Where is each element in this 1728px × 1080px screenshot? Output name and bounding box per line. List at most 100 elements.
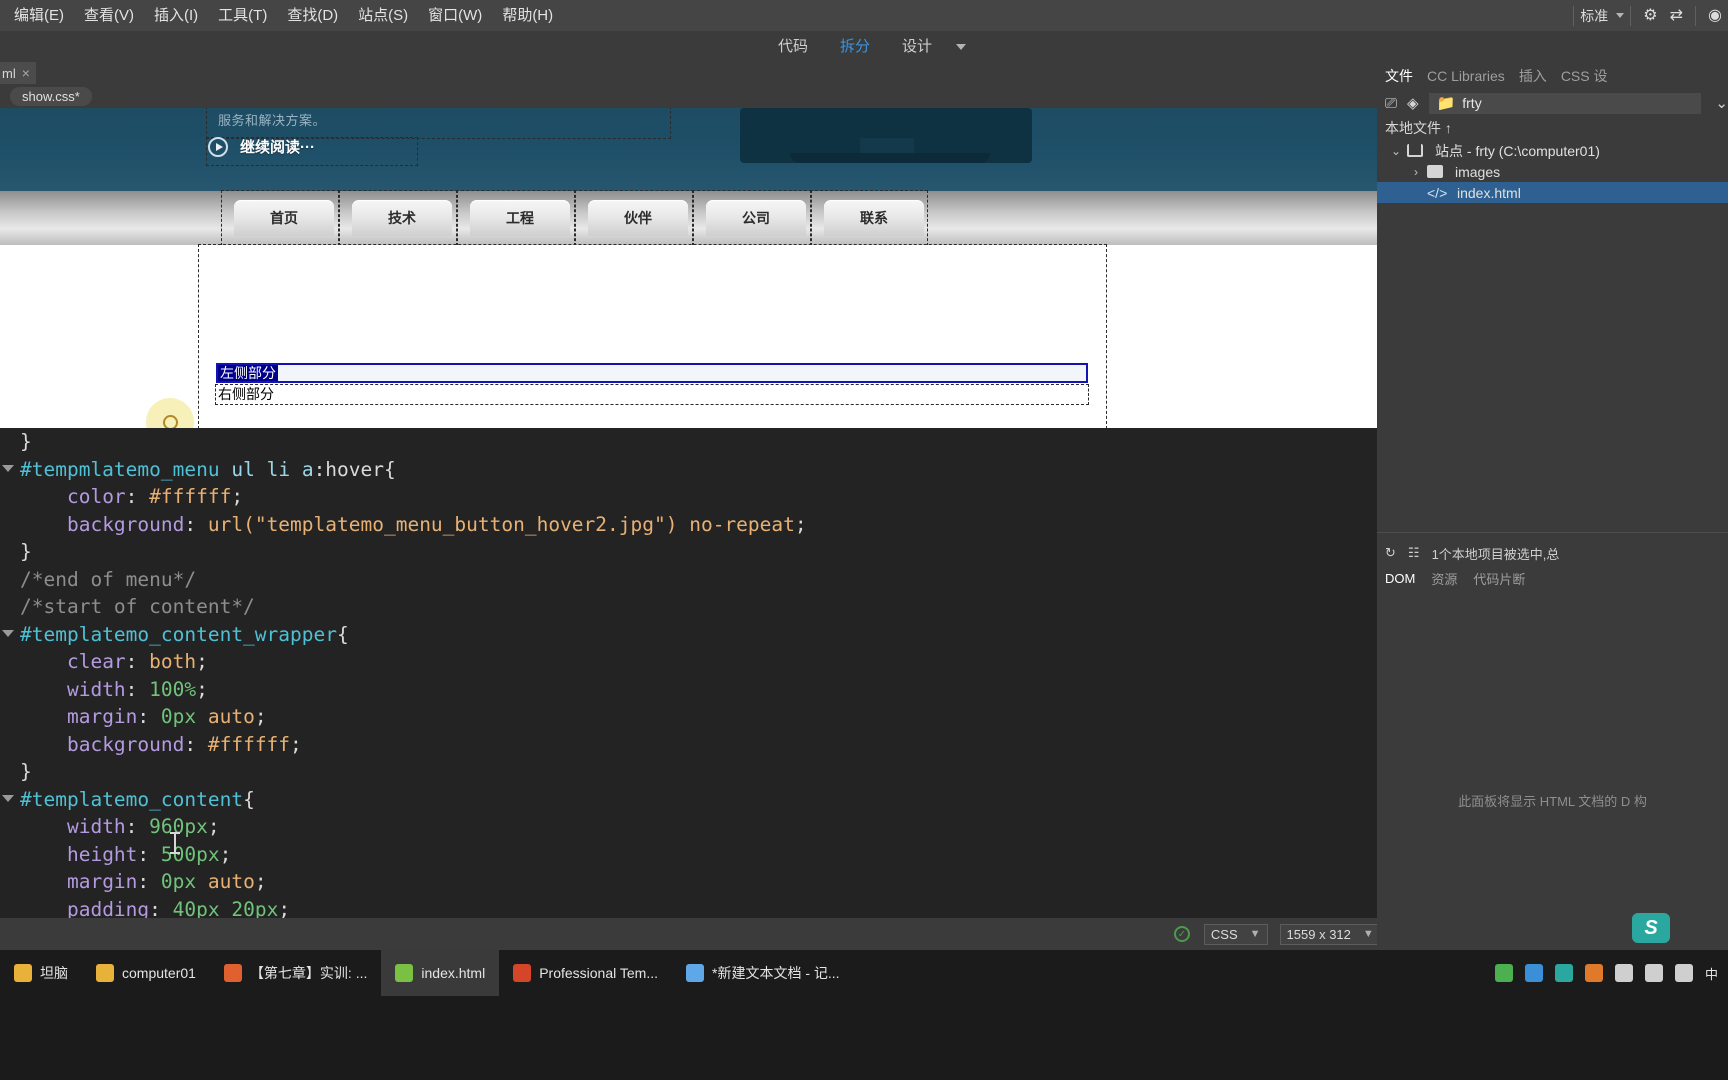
refresh-icon[interactable]: ↻ xyxy=(1385,545,1396,561)
taskbar-item[interactable]: 坦脑 xyxy=(0,950,82,996)
code-line[interactable]: margin: 0px auto; xyxy=(0,868,1505,896)
close-icon[interactable]: × xyxy=(22,65,30,81)
menu-item-find[interactable]: 查找(D) xyxy=(277,0,348,31)
tab-css-designer[interactable]: CSS 设 xyxy=(1561,66,1608,86)
nav-item-company[interactable]: 公司 xyxy=(706,200,806,236)
app-blue-icon[interactable] xyxy=(1524,964,1543,982)
code-editor[interactable]: } #tempmlatemo_menu ul li a:hover{ color:… xyxy=(0,428,1505,918)
code-line[interactable]: color: #ffffff; xyxy=(0,483,1505,511)
tab-code[interactable]: 代码 xyxy=(762,31,824,62)
code-line[interactable]: #templatemo_content{ xyxy=(0,786,1505,814)
taskbar-item[interactable]: 【第七章】实训: ... xyxy=(210,950,381,996)
chevron-down-icon[interactable] xyxy=(1616,13,1625,18)
design-view[interactable]: 服务和解决方案。 继续阅读··· 首页 技术 工程 伙伴 公司 联系 左侧部分 … xyxy=(0,108,1505,428)
tab-files[interactable]: 文件 xyxy=(1385,66,1413,86)
sogou-logo-icon[interactable]: S xyxy=(1632,913,1670,943)
tab-assets[interactable]: 资源 xyxy=(1431,569,1457,588)
app-orange-icon[interactable] xyxy=(1584,964,1603,982)
code-line[interactable]: /*start of content*/ xyxy=(0,593,1505,621)
sort-ascending-icon[interactable]: ↑ xyxy=(1445,120,1452,136)
battery-icon[interactable] xyxy=(1614,964,1633,982)
menu-item-edit[interactable]: 编辑(E) xyxy=(4,0,74,31)
taskbar-item-icon xyxy=(686,964,704,982)
tab-split[interactable]: 拆分 xyxy=(824,31,886,62)
code-fold-triangle-icon[interactable] xyxy=(2,794,14,802)
taskbar-item[interactable]: *新建文本文档 - 记... xyxy=(672,950,854,996)
twisty-collapsed-icon[interactable]: › xyxy=(1405,165,1427,179)
document-tab-index-html[interactable]: ml × xyxy=(0,62,36,84)
text-cursor-icon xyxy=(170,832,180,854)
menu-item-view[interactable]: 查看(V) xyxy=(74,0,144,31)
tab-dom[interactable]: DOM xyxy=(1385,571,1415,586)
code-token: #ffffff xyxy=(149,485,232,508)
taskbar-item[interactable]: computer01 xyxy=(82,950,210,996)
nav-item-projects[interactable]: 工程 xyxy=(470,200,570,236)
ime-indicator[interactable]: 中 xyxy=(1705,964,1718,983)
code-lines[interactable]: } #tempmlatemo_menu ul li a:hover{ color:… xyxy=(0,428,1505,918)
tree-item[interactable]: › images xyxy=(1377,161,1728,182)
related-file-show-css[interactable]: show.css* xyxy=(10,86,92,106)
code-line[interactable]: #templatemo_content_wrapper{ xyxy=(0,621,1505,649)
doctype-select[interactable]: CSS ▼ xyxy=(1203,923,1268,945)
account-avatar[interactable]: ◉ xyxy=(1702,0,1728,31)
workspace-switcher-label[interactable]: 标准 xyxy=(1580,6,1608,26)
right-panel-tabs: 文件 CC Libraries 插入 CSS 设 xyxy=(1377,62,1728,90)
window-size-select[interactable]: 1559 x 312 ▼ xyxy=(1279,923,1381,945)
tab-insert[interactable]: 插入 xyxy=(1519,66,1547,86)
read-more-link[interactable]: 继续阅读··· xyxy=(208,136,315,157)
nav-item-home[interactable]: 首页 xyxy=(234,200,334,236)
right-section-row[interactable]: 右侧部分 xyxy=(215,384,1089,405)
code-line[interactable]: } xyxy=(0,538,1505,566)
tab-snippets[interactable]: 代码片断 xyxy=(1473,569,1525,588)
gear-icon[interactable]: ⚙ xyxy=(1637,0,1663,31)
chevron-down-icon[interactable]: ⌄ xyxy=(1715,94,1728,112)
menu-item-help[interactable]: 帮助(H) xyxy=(492,0,563,31)
taskbar-item[interactable]: Professional Tem... xyxy=(499,950,672,996)
code-line[interactable]: height: 500px; xyxy=(0,841,1505,869)
git-icon[interactable]: ◈ xyxy=(1407,94,1419,112)
code-line[interactable]: background: #ffffff; xyxy=(0,731,1505,759)
log-icon[interactable]: ☷ xyxy=(1408,545,1420,561)
code-line[interactable]: width: 100%; xyxy=(0,676,1505,704)
windows-taskbar: 坦脑 computer01 【第七章】实训: ... index.html Profes… xyxy=(0,950,1728,1080)
code-line[interactable]: background: url("templatemo_menu_button_… xyxy=(0,511,1505,539)
nav-item-partners[interactable]: 伙伴 xyxy=(588,200,688,236)
tab-design[interactable]: 设计 xyxy=(886,31,948,62)
code-token: } xyxy=(20,760,32,783)
local-files-tree[interactable]: ⌄ 站点 - frty (C:\computer01) › images </> inde… xyxy=(1377,140,1728,203)
app-green-icon[interactable] xyxy=(1494,964,1513,982)
tree-item[interactable]: </> index.html xyxy=(1377,182,1728,203)
code-line[interactable]: /*end of menu*/ xyxy=(0,566,1505,594)
check-circle-icon[interactable]: ✓ xyxy=(1173,926,1190,942)
network-icon[interactable] xyxy=(1644,964,1663,982)
volume-icon[interactable] xyxy=(1674,964,1693,982)
taskbar-item-icon xyxy=(513,964,532,982)
nav-item-contact[interactable]: 联系 xyxy=(824,200,924,236)
tree-item[interactable]: ⌄ 站点 - frty (C:\computer01) xyxy=(1377,140,1728,161)
code-line[interactable]: margin: 0px auto; xyxy=(0,703,1505,731)
twisty-expanded-icon[interactable]: ⌄ xyxy=(1385,144,1407,158)
code-token: 0px xyxy=(160,705,197,728)
code-line[interactable]: width: 960px; xyxy=(0,813,1505,841)
code-line[interactable]: padding: 40px 20px; xyxy=(0,896,1505,919)
app-teal-icon[interactable] xyxy=(1554,964,1573,982)
manage-sites-icon[interactable]: ⎚ xyxy=(1385,95,1397,112)
menu-item-site[interactable]: 站点(S) xyxy=(348,0,418,31)
code-token: : xyxy=(184,732,208,756)
menu-item-insert[interactable]: 插入(I) xyxy=(144,0,208,31)
code-line[interactable]: clear: both; xyxy=(0,648,1505,676)
sync-icon[interactable]: ⇄ xyxy=(1664,0,1689,31)
menu-item-window[interactable]: 窗口(W) xyxy=(418,0,492,31)
tab-cc-libraries[interactable]: CC Libraries xyxy=(1427,68,1505,84)
code-fold-triangle-icon[interactable] xyxy=(2,629,14,637)
left-section-editable-row[interactable]: 左侧部分 xyxy=(216,363,1088,383)
taskbar-item[interactable]: index.html xyxy=(381,950,500,996)
menu-item-tools[interactable]: 工具(T) xyxy=(208,0,277,31)
code-line[interactable]: } xyxy=(0,428,1505,456)
site-select[interactable]: 📁 frty xyxy=(1428,92,1702,114)
code-line[interactable]: #tempmlatemo_menu ul li a:hover{ xyxy=(0,456,1505,484)
chevron-down-icon[interactable] xyxy=(956,43,967,50)
nav-item-tech[interactable]: 技术 xyxy=(352,200,452,236)
code-line[interactable]: } xyxy=(0,758,1505,786)
code-fold-triangle-icon[interactable] xyxy=(2,464,14,472)
